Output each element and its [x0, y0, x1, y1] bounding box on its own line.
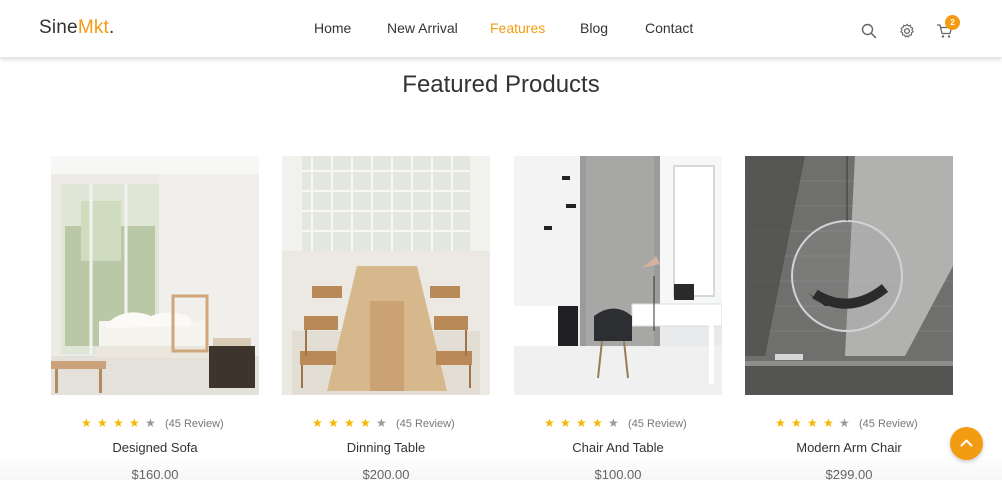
review-count: (45 Review) [165, 418, 224, 430]
site-header: SineMkt. Home New Arrival Features Blog … [0, 0, 1002, 58]
star-icon: ★ [328, 416, 339, 430]
star-icon: ★ [823, 416, 834, 430]
star-icon: ★ [560, 416, 571, 430]
section-title: Featured Products [402, 71, 600, 98]
star-icon: ★ [791, 416, 802, 430]
star-icon: ★ [129, 416, 140, 430]
product-image-chair-and-table[interactable] [514, 156, 722, 395]
star-icon: ★ [81, 416, 92, 430]
star-icon: ★ [576, 416, 587, 430]
star-icon: ★ [113, 416, 124, 430]
star-icon: ★ [592, 416, 603, 430]
search-icon[interactable] [860, 22, 878, 40]
star-icon: ★ [376, 416, 387, 430]
gear-icon[interactable] [898, 22, 916, 40]
nav-contact[interactable]: Contact [645, 20, 693, 36]
product-image-designed-sofa[interactable] [51, 156, 259, 395]
product-price: $299.00 [825, 467, 873, 480]
rating: ★ ★ ★ ★ ★ (45 Review) [775, 416, 918, 430]
chevron-up-icon [960, 439, 973, 447]
rating: ★ ★ ★ ★ ★ (45 Review) [81, 416, 224, 430]
star-icon: ★ [839, 416, 850, 430]
star-icon: ★ [608, 416, 619, 430]
rating: ★ ★ ★ ★ ★ (45 Review) [544, 416, 687, 430]
review-count: (45 Review) [396, 418, 455, 430]
product-image-modern-arm-chair[interactable] [745, 156, 953, 395]
nav-new-arrival[interactable]: New Arrival [387, 20, 458, 36]
star-icon: ★ [360, 416, 371, 430]
product-name[interactable]: Dinning Table [282, 440, 490, 455]
product-price: $100.00 [594, 467, 642, 480]
product-image-dinning-table[interactable] [282, 156, 490, 395]
star-icon: ★ [775, 416, 786, 430]
rating: ★ ★ ★ ★ ★ (45 Review) [312, 416, 455, 430]
product-price: $160.00 [131, 467, 179, 480]
star-icon: ★ [145, 416, 156, 430]
cart-count-badge: 2 [945, 15, 960, 30]
main-nav: Home New Arrival Features Blog Contact [0, 20, 1002, 40]
nav-blog[interactable]: Blog [580, 20, 608, 36]
star-icon: ★ [344, 416, 355, 430]
nav-home[interactable]: Home [314, 20, 351, 36]
star-icon: ★ [544, 416, 555, 430]
review-count: (45 Review) [628, 418, 687, 430]
nav-features[interactable]: Features [490, 20, 545, 36]
product-name[interactable]: Modern Arm Chair [745, 440, 953, 455]
product-price: $200.00 [362, 467, 410, 480]
product-name[interactable]: Designed Sofa [51, 440, 259, 455]
review-count: (45 Review) [859, 418, 918, 430]
star-icon: ★ [312, 416, 323, 430]
product-name[interactable]: Chair And Table [514, 440, 722, 455]
scroll-to-top-button[interactable] [950, 427, 983, 460]
star-icon: ★ [807, 416, 818, 430]
star-icon: ★ [97, 416, 108, 430]
